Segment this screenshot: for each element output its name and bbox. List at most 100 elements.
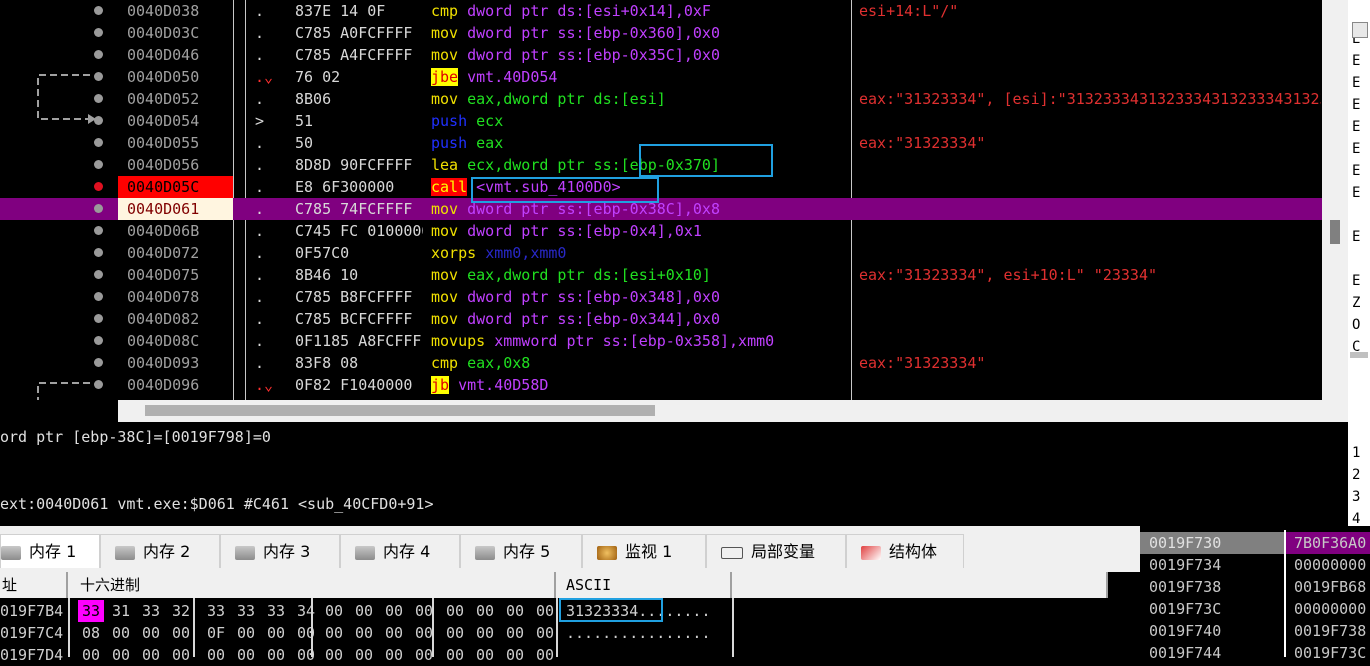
dump-byte[interactable]: 00 [321,622,347,644]
row-bytes[interactable]: 76 02 [295,66,423,88]
dump-byte[interactable]: 00 [293,622,319,644]
breakpoint-slot-icon[interactable] [94,314,103,323]
stack-value[interactable]: 7B0F36A0 [1294,532,1366,554]
operands[interactable]: dword ptr ss:[ebp-0x360],0x0 [467,24,720,42]
scroll-up-icon[interactable] [1352,22,1368,38]
row-comment[interactable] [859,22,1321,44]
register-label[interactable]: O [1352,314,1366,336]
disasm-row[interactable]: 0040D03C. C785 A0FCFFFF mov dword ptr ss:[… [0,22,1322,44]
column-divider[interactable] [556,598,558,657]
row-bytes[interactable]: 0F57C0 [295,242,423,264]
operands[interactable]: vmt.40D58D [458,376,548,394]
tab-4[interactable]: 内存 4 [340,534,460,568]
disasm-row[interactable]: 0040D061. C785 74FCFFFF mov dword ptr ss:[… [0,198,1322,220]
mnemonic[interactable]: movups [431,332,485,350]
row-address[interactable]: 0040D093 [118,352,233,374]
row-mark[interactable]: . [255,286,275,308]
highlight-box[interactable] [639,144,773,177]
mnemonic[interactable]: jbe [431,68,459,86]
operands[interactable]: dword ptr ss:[ebp-0x348],0x0 [467,288,720,306]
mnemonic[interactable]: mov [431,24,458,42]
breakpoint-slot-icon[interactable] [94,94,103,103]
disasm-row[interactable]: 0040D06B. C745 FC 01000000 mov dword ptr s… [0,220,1322,242]
row-bytes[interactable]: C745 FC 01000000 [295,220,423,242]
row-instruction[interactable]: mov dword ptr ss:[ebp-0x4],0x1 [431,220,849,242]
tab-1[interactable]: 内存 1 [0,534,100,568]
dump-byte[interactable]: 0F [203,622,229,644]
dump-byte[interactable]: 00 [381,600,407,622]
row-comment[interactable]: eax:"31323334" [859,132,1321,154]
disasm-row[interactable]: 0040D046. C785 A4FCFFFF mov dword ptr ss:[… [0,44,1322,66]
memory-icon[interactable] [115,545,135,560]
dump-byte[interactable]: 00 [293,644,319,666]
row-address[interactable]: 0040D054 [118,110,233,132]
tab-5[interactable]: 内存 5 [460,534,582,568]
dump-byte[interactable]: 00 [351,600,377,622]
mnemonic[interactable]: mov [431,90,458,108]
stack-value[interactable]: 0019F73C [1294,642,1366,664]
operands[interactable]: vmt.40D054 [467,68,557,86]
dump-byte[interactable]: 00 [532,644,558,666]
stack-address[interactable]: 0019F734 [1149,554,1221,576]
breakpoint-slot-icon[interactable] [94,270,103,279]
row-mark[interactable]: . [255,176,275,198]
tab-label[interactable]: 内存 4 [383,542,430,561]
row-comment[interactable] [859,330,1321,352]
breakpoint-slot-icon[interactable] [94,226,103,235]
dump-address[interactable]: 019F7D4 [0,644,68,666]
breakpoint-slot-icon[interactable] [94,292,103,301]
row-bytes[interactable]: C785 A0FCFFFF [295,22,423,44]
row-mark[interactable]: .⌄ [255,66,275,88]
dump-byte[interactable]: 00 [203,644,229,666]
mnemonic[interactable]: jb [431,376,450,394]
row-address[interactable]: 0040D078 [118,286,233,308]
disasm-row[interactable]: 0040D08C. 0F1185 A8FCFFFF movups xmmword p… [0,330,1322,352]
row-address[interactable]: 0040D055 [118,132,233,154]
disassembly-pane[interactable]: 0040D038. 837E 14 0F cmp dword ptr ds:[esi… [0,0,1348,422]
mnemonic[interactable]: push [431,112,467,130]
disasm-horizontal-scrollbar[interactable] [118,400,1348,422]
operands[interactable]: eax,dword ptr ds:[esi] [467,90,666,108]
row-mark[interactable]: . [255,242,275,264]
callstack-index[interactable]: 1 [1352,442,1360,464]
dump-byte[interactable]: 00 [351,622,377,644]
dump-byte[interactable]: 33 [138,600,164,622]
highlight-box[interactable] [559,598,663,622]
dump-byte[interactable]: 00 [351,644,377,666]
operands[interactable]: dword ptr ss:[ebp-0x35C],0x0 [467,46,720,64]
callstack-index[interactable]: 3 [1352,486,1360,508]
stack-value[interactable]: 00000000 [1294,554,1366,576]
operands[interactable]: eax [476,134,503,152]
dump-byte[interactable]: 00 [138,622,164,644]
row-mark[interactable]: . [255,198,275,220]
row-address[interactable]: 0040D052 [118,88,233,110]
dump-byte[interactable]: 33 [203,600,229,622]
row-instruction[interactable]: jb vmt.40D58D [431,374,849,396]
row-instruction[interactable]: mov eax,dword ptr ds:[esi] [431,88,849,110]
register-label[interactable] [1352,358,1366,380]
row-instruction[interactable]: jbe vmt.40D054 [431,66,849,88]
row-comment[interactable]: eax:"31323334" [859,352,1321,374]
dump-byte[interactable]: 00 [381,644,407,666]
row-mark[interactable]: . [255,0,275,22]
breakpoint-slot-icon[interactable] [94,50,103,59]
operands[interactable]: xmm0,xmm0 [485,244,566,262]
dump-byte[interactable]: 00 [78,644,104,666]
row-mark[interactable]: . [255,220,275,242]
dump-byte[interactable]: 00 [321,644,347,666]
dump-byte[interactable]: 00 [472,644,498,666]
row-bytes[interactable]: C785 B8FCFFFF [295,286,423,308]
row-comment[interactable] [859,110,1321,132]
dump-row[interactable]: 019F7C4 08 00 00 00 0F 00 00 00 00 00 00 00 00 00 00 00.… [0,622,1108,644]
breakpoint-slot-icon[interactable] [94,248,103,257]
row-bytes[interactable]: 50 [295,132,423,154]
row-instruction[interactable]: mov eax,dword ptr ds:[esi+0x10] [431,264,849,286]
stack-row[interactable]: 0019F738 0019FB68 [1140,576,1370,598]
row-bytes[interactable]: 8D8D 90FCFFFF [295,154,423,176]
register-label[interactable]: E [1352,50,1366,72]
tab-3[interactable]: 内存 3 [220,534,340,568]
stack-address[interactable]: 0019F730 [1149,532,1221,554]
memory-icon[interactable] [355,545,375,560]
disasm-row[interactable]: 0040D054 >51 push ecx [0,110,1322,132]
dump-byte[interactable]: 33 [263,600,289,622]
